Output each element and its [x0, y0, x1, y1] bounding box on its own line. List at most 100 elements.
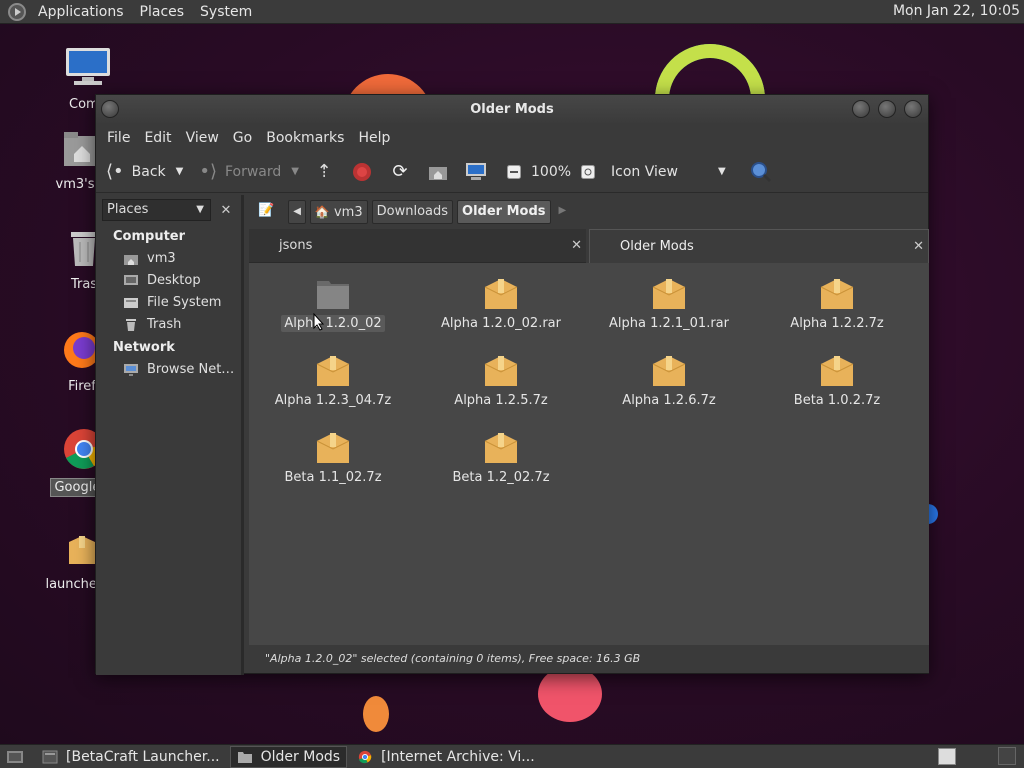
terminal-icon: [42, 750, 58, 763]
back-button[interactable]: ⟨• Back ▼: [106, 161, 183, 182]
tab-label: Older Mods: [620, 239, 694, 254]
archive-icon: [652, 279, 686, 309]
forward-label: Forward: [224, 163, 282, 180]
zoom-level[interactable]: 100%: [531, 164, 571, 180]
breadcrumb-downloads[interactable]: Downloads: [371, 200, 454, 224]
path-scroll-left-icon[interactable]: ◀: [288, 200, 306, 224]
computer-icon[interactable]: [465, 161, 487, 183]
sidebar-selector-label: Places: [107, 202, 149, 217]
chevron-down-icon: ▼: [717, 166, 726, 177]
path-scroll-right-icon[interactable]: ▶: [555, 200, 571, 224]
file-name: Alpha 1.2.0_02.rar: [440, 316, 561, 331]
tab-label: jsons: [279, 238, 313, 253]
back-arrow-icon: ⟨•: [106, 161, 124, 182]
menu-edit[interactable]: Edit: [137, 130, 178, 146]
sidebar-item-label: Desktop: [147, 273, 201, 288]
clock[interactable]: Mon Jan 22, 10:05: [893, 3, 1020, 19]
status-bar: "Alpha 1.2.0_02" selected (containing 0 …: [249, 645, 929, 673]
file-item[interactable]: Alpha 1.2.1_01.rar: [585, 275, 753, 332]
toolbar: ⟨• Back ▼ •⟩ Forward ▼ ⇡ ⟳ 100% Icon Vie…: [96, 151, 928, 193]
window-menu-button[interactable]: [101, 100, 119, 118]
file-item[interactable]: Alpha 1.2.3_04.7z: [249, 352, 417, 409]
taskbar-item-internet-archive[interactable]: [Internet Archive: Vi...: [351, 746, 541, 768]
close-icon[interactable]: ✕: [913, 230, 924, 264]
archive-icon: [820, 279, 854, 309]
sidebar-item-trash[interactable]: Trash: [96, 314, 241, 336]
menu-help[interactable]: Help: [351, 130, 397, 146]
file-item[interactable]: Alpha 1.2.6.7z: [585, 352, 753, 409]
menu-bookmarks[interactable]: Bookmarks: [259, 130, 351, 146]
file-item[interactable]: Beta 1.1_02.7z: [249, 429, 417, 486]
taskbar-item-betacraft[interactable]: [BetaCraft Launcher...: [36, 746, 226, 768]
maximize-button[interactable]: [878, 100, 896, 118]
sidebar-selector[interactable]: Places ▼: [102, 199, 211, 221]
sidebar-item-browse-network[interactable]: Browse Net…: [96, 359, 241, 381]
menu-places[interactable]: Places: [132, 4, 193, 20]
home-icon[interactable]: [427, 161, 449, 183]
home-folder-icon: [124, 254, 138, 265]
tab-older-mods[interactable]: Older Mods ✕: [589, 229, 929, 263]
zoom-reset-icon[interactable]: [577, 161, 599, 183]
stop-icon[interactable]: [351, 161, 373, 183]
zoom-out-icon[interactable]: [503, 161, 525, 183]
menu-go[interactable]: Go: [226, 130, 259, 146]
workspace-switcher[interactable]: [938, 748, 956, 765]
menu-logo-icon[interactable]: [8, 2, 26, 21]
file-name: Alpha 1.2.0_02: [281, 315, 385, 332]
file-item[interactable]: Alpha 1.2.0_02: [249, 275, 417, 332]
back-history-dropdown[interactable]: ▼: [176, 166, 184, 177]
sidebar-item-label: vm3: [147, 251, 176, 266]
breadcrumb-older-mods[interactable]: Older Mods: [457, 200, 551, 224]
toggle-location-entry-icon[interactable]: 📝: [254, 200, 278, 224]
reload-icon[interactable]: ⟳: [389, 161, 411, 183]
sidebar-item-vm3[interactable]: vm3: [96, 248, 241, 270]
window-titlebar[interactable]: Older Mods: [96, 95, 928, 125]
sidebar-item-label: Trash: [147, 317, 182, 332]
trash-icon: [126, 318, 136, 331]
sidebar-close-icon[interactable]: ✕: [217, 203, 235, 218]
taskbar-item-older-mods[interactable]: Older Mods: [229, 745, 348, 768]
breadcrumb-vm3[interactable]: 🏠 vm3: [309, 200, 368, 224]
archive-icon: [484, 356, 518, 386]
file-item[interactable]: Alpha 1.2.2.7z: [753, 275, 921, 332]
file-icon-view[interactable]: Alpha 1.2.0_02 Alpha 1.2.0_02.rar Alpha …: [249, 263, 929, 645]
menu-applications[interactable]: Applications: [30, 4, 132, 20]
close-button[interactable]: [904, 100, 922, 118]
desktop-icon-label: Firef: [68, 379, 96, 394]
forward-history-dropdown[interactable]: ▼: [291, 166, 299, 177]
close-icon[interactable]: ✕: [571, 229, 582, 263]
back-label: Back: [131, 163, 166, 180]
taskbar-item-label: [BetaCraft Launcher...: [66, 748, 220, 765]
menu-file[interactable]: File: [100, 130, 137, 146]
file-item[interactable]: Alpha 1.2.0_02.rar: [417, 275, 585, 332]
network-icon: [124, 363, 138, 376]
package-icon: [69, 536, 95, 564]
menu-system[interactable]: System: [192, 4, 260, 20]
view-mode-select[interactable]: Icon View ▼: [611, 164, 726, 180]
file-name: Alpha 1.2.3_04.7z: [274, 393, 392, 408]
chevron-down-icon: ▼: [196, 204, 204, 215]
sidebar-item-label: File System: [147, 295, 222, 310]
window-title: Older Mods: [470, 102, 554, 117]
minimize-button[interactable]: [852, 100, 870, 118]
tab-jsons[interactable]: jsons ✕: [249, 229, 586, 263]
up-arrow-icon[interactable]: ⇡: [313, 161, 335, 183]
file-item[interactable]: Beta 1.0.2.7z: [753, 352, 921, 409]
chrome-icon: [358, 750, 372, 763]
file-item[interactable]: Alpha 1.2.5.7z: [417, 352, 585, 409]
file-item[interactable]: Beta 1.2_02.7z: [417, 429, 585, 486]
file-name: Alpha 1.2.6.7z: [622, 393, 716, 408]
show-desktop-icon: [7, 750, 23, 763]
sidebar-item-file-system[interactable]: File System: [96, 292, 241, 314]
archive-icon: [652, 356, 686, 386]
archive-icon: [484, 433, 518, 463]
folder-icon: [237, 751, 252, 763]
sidebar-item-desktop[interactable]: Desktop: [96, 270, 241, 292]
location-bar: 📝 ◀ 🏠 vm3 Downloads Older Mods ▶: [244, 195, 928, 229]
trash-applet-icon[interactable]: [998, 747, 1016, 765]
breadcrumb-label: vm3: [333, 205, 363, 220]
forward-button[interactable]: •⟩ Forward ▼: [199, 161, 299, 182]
show-desktop-button[interactable]: [0, 746, 30, 768]
menu-view[interactable]: View: [179, 130, 226, 146]
search-icon[interactable]: [750, 161, 772, 183]
